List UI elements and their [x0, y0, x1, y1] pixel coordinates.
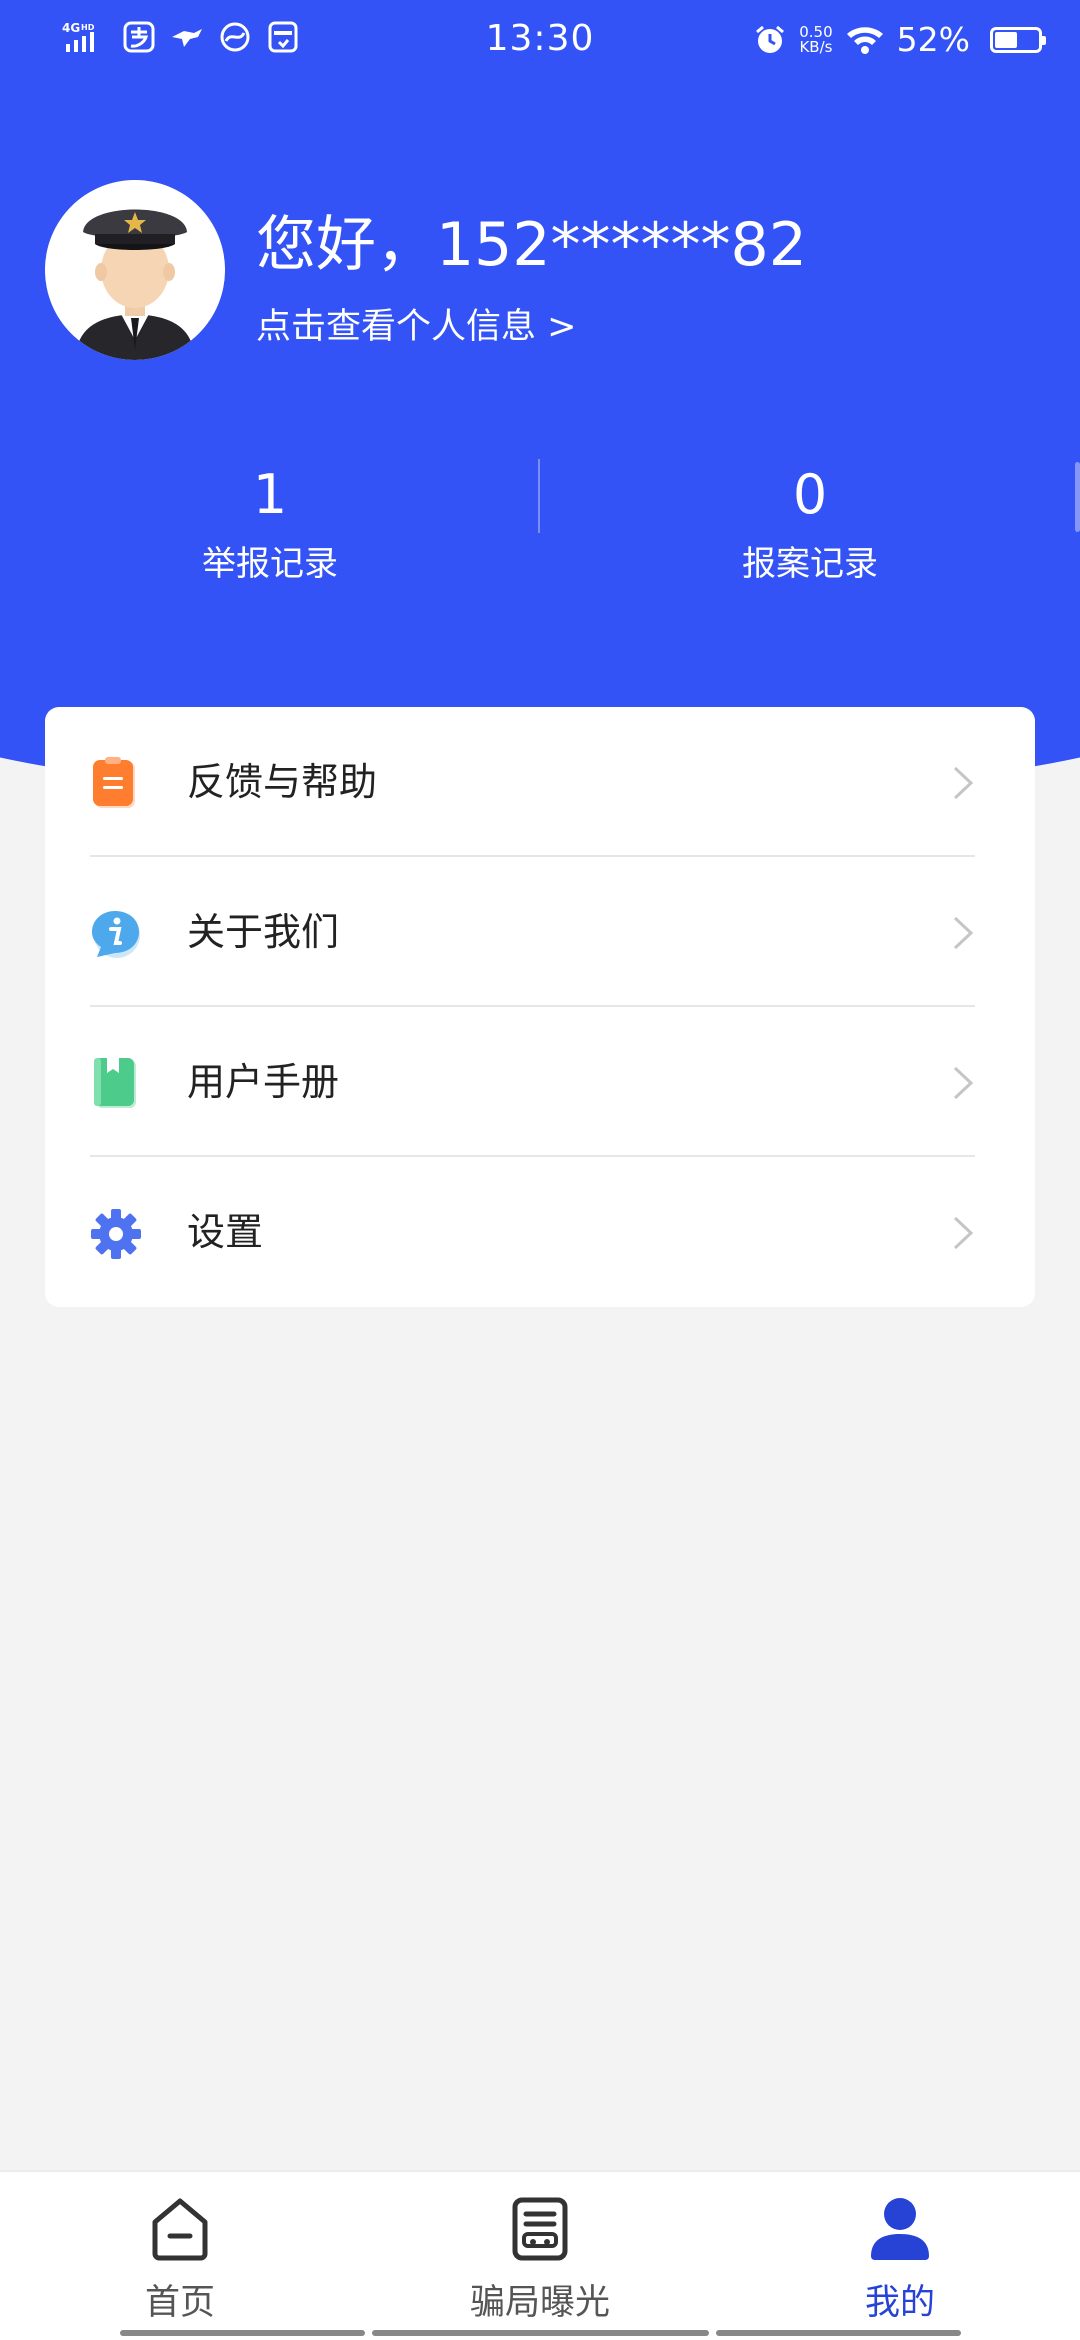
menu-item-user-manual[interactable]: 用户手册 [45, 1007, 1035, 1157]
battery-percentage: 52% [896, 20, 970, 59]
nav-mine[interactable]: 我的 [780, 2172, 1020, 2340]
header-background [0, 0, 1080, 800]
gear-icon [89, 1207, 143, 1261]
report-records-count: 1 [252, 463, 288, 526]
battery-level [995, 31, 1017, 48]
user-icon [869, 2196, 931, 2262]
menu-item-label: 反馈与帮助 [187, 760, 378, 804]
gesture-bar-right [716, 2330, 961, 2336]
menu-item-label: 设置 [187, 1210, 264, 1254]
clipboard-icon [89, 757, 143, 811]
case-records-stat[interactable]: 0 报案记录 [540, 455, 1080, 595]
menu-item-settings[interactable]: 设置 [45, 1157, 1035, 1307]
chevron-right-icon [951, 765, 977, 801]
greeting-text: 您好，152******82 [256, 210, 807, 280]
report-records-stat[interactable]: 1 举报记录 [0, 455, 540, 595]
chevron-right-icon [951, 915, 977, 951]
status-bar: 4G HD 13:30 0.50 KB/s 52% [0, 0, 1080, 84]
bottom-navigation: 首页 骗局曝光 我的 [0, 2170, 1080, 2340]
report-records-label: 举报记录 [202, 544, 338, 584]
wifi-icon [845, 23, 885, 57]
nav-scam-exposure[interactable]: 骗局曝光 [420, 2172, 660, 2340]
profile-screen: 4G HD 13:30 0.50 KB/s 52% 您好，152******82… [0, 0, 1080, 2340]
exposure-icon [509, 2196, 571, 2262]
menu-item-label: 用户手册 [187, 1060, 340, 1104]
menu-item-about-us[interactable]: 关于我们 [45, 857, 1035, 1007]
status-bar-right: 0.50 KB/s 52% [753, 20, 1046, 59]
menu-card: 反馈与帮助 关于我们 用户手册 设置 [45, 707, 1035, 1307]
battery-icon [990, 26, 1046, 53]
view-profile-link[interactable]: 点击查看个人信息 > [256, 298, 576, 349]
avatar[interactable] [45, 180, 225, 360]
edge-handle[interactable] [1075, 462, 1080, 532]
info-icon [89, 907, 143, 961]
home-icon [149, 2196, 211, 2262]
nav-label: 首页 [144, 2283, 215, 2323]
menu-item-feedback-help[interactable]: 反馈与帮助 [45, 707, 1035, 857]
gesture-bar-left [120, 2330, 365, 2336]
gesture-bar-center[interactable] [372, 2330, 709, 2336]
nav-label: 骗局曝光 [469, 2283, 610, 2323]
alarm-icon [753, 23, 787, 57]
stats-divider [538, 459, 540, 533]
stats-section: 1 举报记录 0 报案记录 [0, 455, 1080, 595]
speed-unit: KB/s [799, 37, 833, 56]
case-records-label: 报案记录 [742, 544, 878, 584]
chevron-right-icon [951, 1065, 977, 1101]
network-speed: 0.50 KB/s [799, 24, 833, 56]
chevron-right-icon [951, 1215, 977, 1251]
menu-item-label: 关于我们 [187, 910, 340, 954]
nav-home[interactable]: 首页 [60, 2172, 300, 2340]
case-records-count: 0 [792, 463, 828, 526]
nav-label: 我的 [864, 2283, 935, 2323]
book-icon [89, 1057, 143, 1111]
